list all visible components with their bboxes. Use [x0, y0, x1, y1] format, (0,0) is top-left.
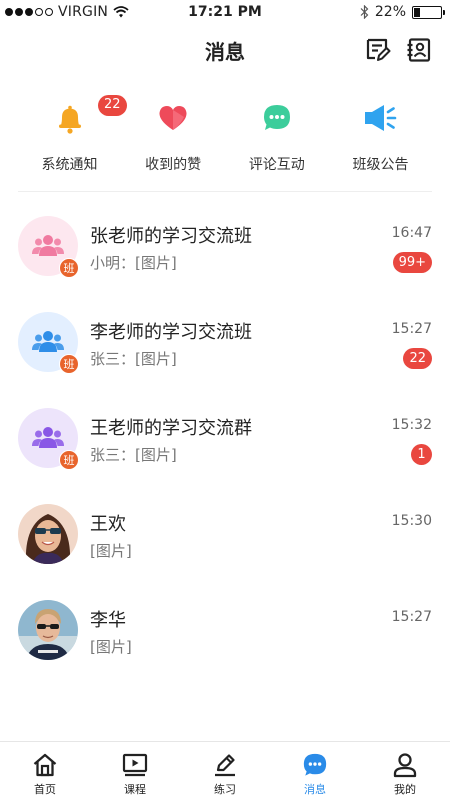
bluetooth-icon	[360, 5, 369, 19]
chat-preview: [图片]	[90, 542, 132, 560]
signal-strength-icon	[5, 8, 53, 16]
heart-icon	[147, 92, 199, 144]
tab-mine[interactable]: 我的	[360, 742, 450, 800]
chat-time: 15:27	[391, 609, 432, 625]
group-people-icon	[32, 427, 64, 448]
chat-item[interactable]: 班 李老师的学习交流班 张三：[图片] 15:27 22	[0, 290, 450, 386]
quick-label: 班级公告	[352, 157, 409, 173]
woman-photo-avatar	[18, 504, 78, 564]
chat-list: 班 张老师的学习交流班 小明：[图片] 16:47 99+ 班 李老师的学习交流…	[0, 194, 450, 674]
unread-badge: 1	[411, 444, 432, 465]
chat-preview: [图片]	[90, 638, 132, 656]
tab-label: 我的	[394, 783, 416, 796]
chat-time: 15:30	[391, 513, 432, 529]
tab-label: 首页	[34, 783, 56, 796]
comment-icon	[251, 92, 303, 144]
tab-label: 消息	[304, 783, 326, 796]
battery-icon	[412, 5, 445, 19]
battery-percent: 22%	[374, 4, 406, 20]
unread-badge: 99+	[392, 252, 432, 273]
tab-practice[interactable]: 练习	[180, 742, 270, 800]
chat-preview: 张三：[图片]	[90, 446, 177, 464]
group-people-icon	[32, 235, 64, 256]
bell-icon	[44, 92, 96, 144]
chat-item[interactable]: 李华 [图片] 15:27	[0, 578, 450, 674]
chat-item[interactable]: 王欢 [图片] 15:30	[0, 482, 450, 578]
chat-name: 王老师的学习交流群	[90, 418, 252, 439]
chat-name: 王欢	[90, 514, 126, 535]
chat-name: 李华	[90, 610, 126, 631]
status-left: VIRGIN	[5, 4, 129, 20]
chat-time: 15:32	[391, 417, 432, 433]
list-edit-icon	[366, 38, 391, 61]
course-play-icon	[122, 752, 148, 778]
quick-likes[interactable]: 收到的赞	[122, 92, 225, 191]
chat-time: 16:47	[391, 225, 432, 241]
quick-comments[interactable]: 评论互动	[225, 92, 328, 191]
class-tag: 班	[59, 354, 79, 374]
chat-item[interactable]: 班 王老师的学习交流群 张三：[图片] 15:32 1	[0, 386, 450, 482]
home-icon	[32, 752, 58, 778]
status-right: 22%	[360, 4, 445, 20]
person-icon	[392, 752, 418, 778]
chat-preview: 张三：[图片]	[90, 350, 177, 368]
status-bar: VIRGIN 17:21 PM 22%	[0, 0, 450, 26]
quick-label: 收到的赞	[145, 157, 202, 173]
class-tag: 班	[59, 258, 79, 278]
quick-class-announcement[interactable]: 班级公告	[329, 92, 432, 191]
quick-system-notice[interactable]: 22 系统通知	[18, 92, 127, 191]
tab-label: 课程	[124, 783, 146, 796]
chat-time: 15:27	[391, 321, 432, 337]
quick-actions: 22 系统通知 收到的赞 评论互动 班级公告	[18, 92, 432, 192]
group-people-icon	[32, 331, 64, 352]
message-bubble-icon	[302, 752, 328, 778]
megaphone-icon	[354, 92, 406, 144]
contacts-icon	[407, 38, 431, 62]
tab-messages[interactable]: 消息	[270, 742, 360, 800]
carrier-name: VIRGIN	[58, 4, 109, 20]
unread-badge: 22	[403, 348, 432, 369]
quick-label: 评论互动	[248, 157, 305, 173]
contacts-button[interactable]	[405, 36, 433, 64]
pencil-icon	[212, 752, 238, 778]
wifi-icon	[113, 6, 129, 18]
message-list-button[interactable]	[364, 36, 392, 64]
tab-courses[interactable]: 课程	[90, 742, 180, 800]
bottom-tab-bar: 首页 课程 练习 消息 我的	[0, 741, 450, 800]
nav-header: 消息	[0, 28, 450, 72]
chat-preview: 小明：[图片]	[90, 254, 177, 272]
chat-item[interactable]: 班 张老师的学习交流班 小明：[图片] 16:47 99+	[0, 194, 450, 290]
tab-home[interactable]: 首页	[0, 742, 90, 800]
chat-name: 李老师的学习交流班	[90, 322, 252, 343]
user-avatar	[18, 600, 78, 660]
tab-label: 练习	[214, 783, 236, 796]
user-avatar	[18, 504, 78, 564]
quick-label: 系统通知	[41, 157, 98, 173]
class-tag: 班	[59, 450, 79, 470]
man-photo-avatar	[18, 600, 78, 660]
chat-name: 张老师的学习交流班	[90, 226, 252, 247]
